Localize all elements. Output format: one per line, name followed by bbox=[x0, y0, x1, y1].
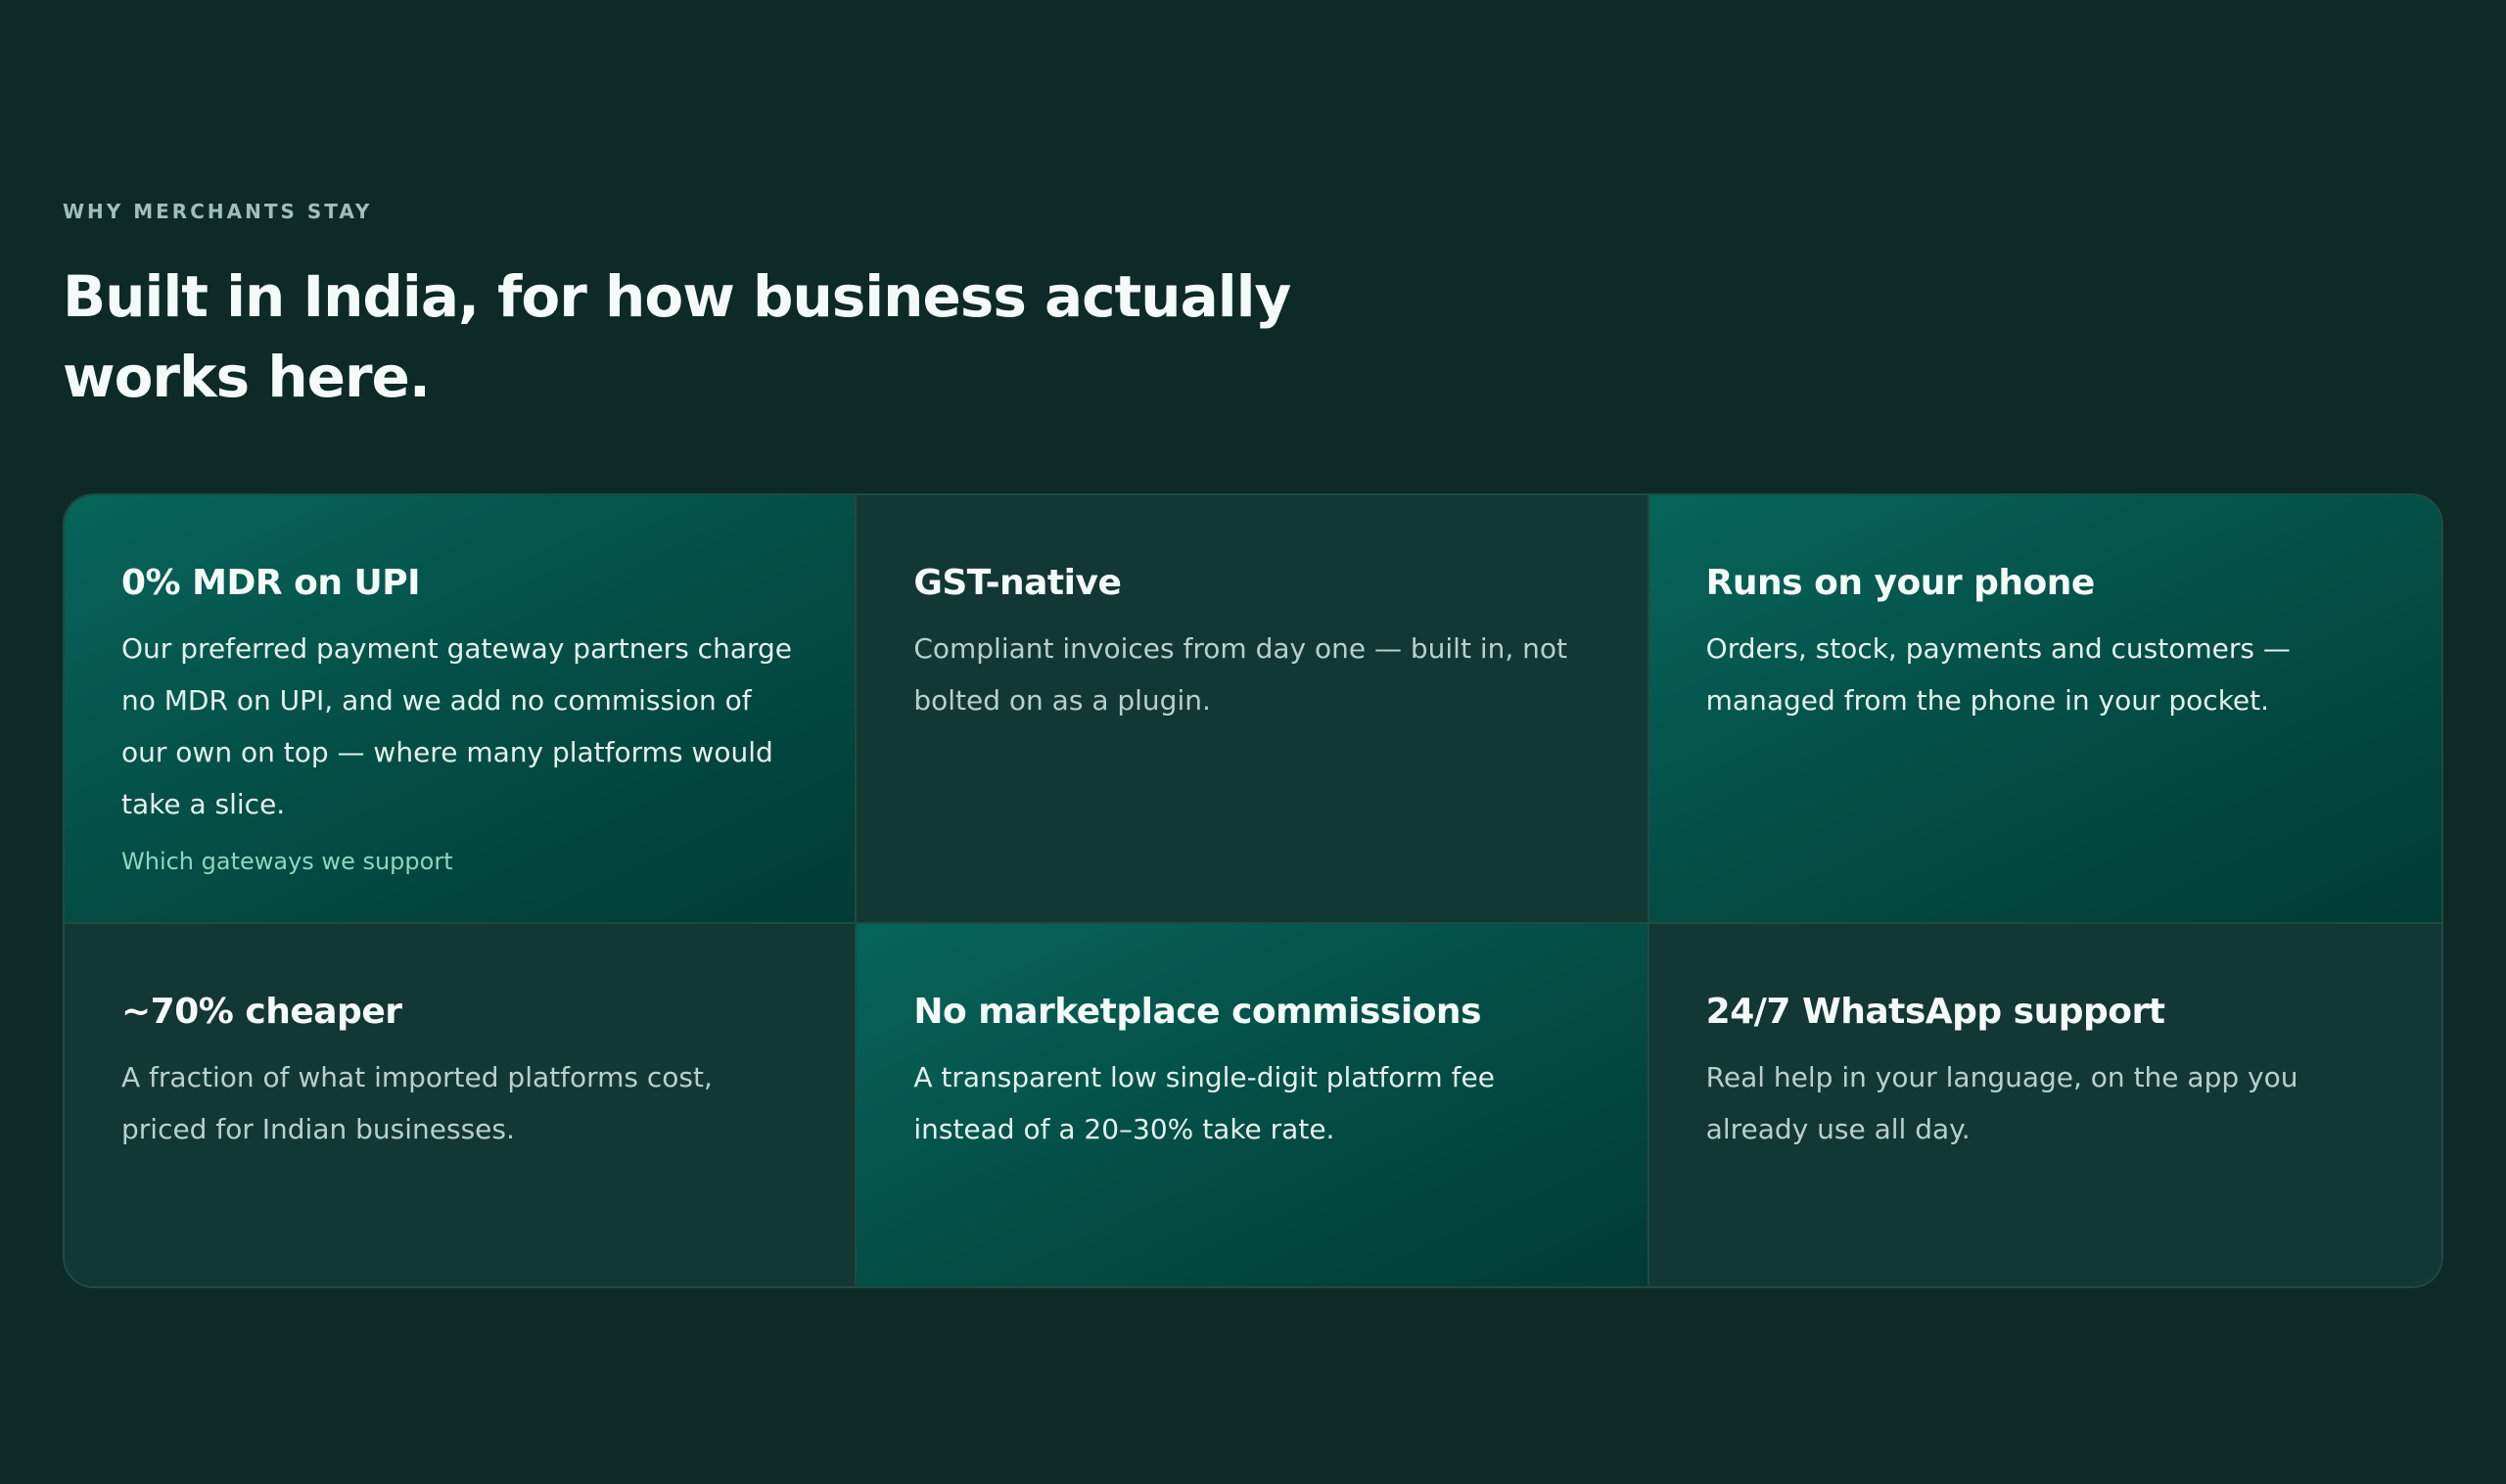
feature-card-title: Runs on your phone bbox=[1705, 563, 2096, 603]
feature-card-cheaper: ~70% cheaper A fraction of what imported… bbox=[65, 924, 858, 1286]
feature-card-title: GST-native bbox=[913, 563, 1122, 603]
feature-card-description: A fraction of what imported platforms co… bbox=[121, 1061, 713, 1145]
section-headline: Built in India, for how business actuall… bbox=[63, 263, 1291, 410]
feature-card-phone: Runs on your phone Orders, stock, paymen… bbox=[1648, 495, 2441, 924]
feature-card-title: No marketplace commissions bbox=[913, 992, 1481, 1032]
feature-card-no-commissions: No marketplace commissions A transparent… bbox=[857, 924, 1649, 1286]
feature-card-description: Real help in your language, on the app y… bbox=[1705, 1061, 2298, 1145]
feature-card-description: Orders, stock, payments and customers — … bbox=[1705, 632, 2291, 717]
feature-card-whatsapp: 24/7 WhatsApp support Real help in your … bbox=[1648, 924, 2441, 1286]
feature-card-title: 0% MDR on UPI bbox=[121, 563, 421, 603]
feature-card-description: A transparent low single-digit platform … bbox=[913, 1061, 1495, 1145]
supported-gateways-link[interactable]: Which gateways we support bbox=[121, 848, 453, 875]
features-grid: 0% MDR on UPI Our preferred payment gate… bbox=[63, 493, 2443, 1288]
feature-card-description: Our preferred payment gateway partners c… bbox=[121, 632, 793, 820]
section-eyebrow: WHY MERCHANTS STAY bbox=[63, 200, 373, 223]
why-merchants-stay-section: WHY MERCHANTS STAY Built in India, for h… bbox=[0, 0, 2506, 1484]
feature-card-mdr: 0% MDR on UPI Our preferred payment gate… bbox=[65, 495, 858, 924]
feature-card-description: Compliant invoices from day one — built … bbox=[913, 632, 1568, 717]
feature-card-gst: GST-native Compliant invoices from day o… bbox=[857, 495, 1649, 924]
feature-card-title: ~70% cheaper bbox=[121, 992, 402, 1032]
feature-card-title: 24/7 WhatsApp support bbox=[1705, 992, 2165, 1032]
